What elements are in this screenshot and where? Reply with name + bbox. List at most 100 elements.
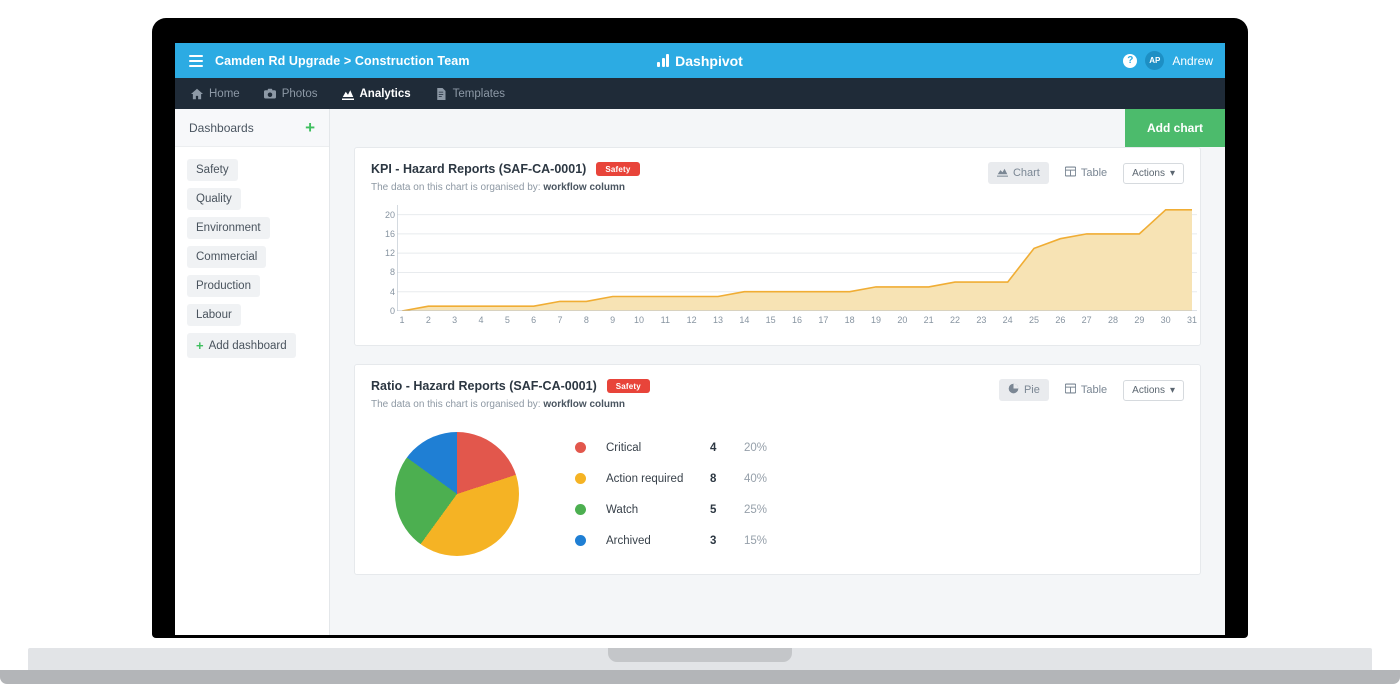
legend-label: Watch — [606, 503, 639, 516]
card-title-row: KPI - Hazard Reports (SAF-CA-0001) Safet… — [371, 162, 988, 176]
nav-item-photos[interactable]: Photos — [262, 85, 320, 103]
x-axis-tick: 9 — [610, 315, 616, 325]
card-subtitle: The data on this chart is organised by: … — [371, 182, 988, 193]
x-axis-tick: 13 — [712, 315, 724, 325]
x-axis-tick: 20 — [897, 315, 908, 325]
topbar-right-group: ? AP Andrew — [1123, 51, 1213, 70]
table-icon — [1064, 166, 1077, 180]
y-axis-tick: 4 — [389, 286, 395, 297]
tab-table-view[interactable]: Table — [1056, 162, 1116, 184]
laptop-trackpad-notch — [608, 648, 792, 662]
x-axis-tick: 18 — [844, 315, 855, 325]
page-title: KPI - Hazard Reports (SAF-CA-0001) — [371, 162, 587, 176]
card-title-row: Ratio - Hazard Reports (SAF-CA-0001) Saf… — [371, 379, 999, 393]
nav-item-home[interactable]: Home — [189, 85, 242, 103]
x-axis-tick: 6 — [531, 315, 537, 325]
brand-logo: Dashpivot — [625, 53, 775, 69]
x-axis-tick: 2 — [425, 315, 431, 325]
pie-chart-legend: Critical 4 20% Action required 8 40% Watch 5 25%… — [575, 442, 767, 547]
x-axis-tick: 28 — [1107, 315, 1119, 325]
legend-percent: 40% — [744, 472, 768, 485]
nav-label-analytics: Analytics — [359, 87, 411, 100]
question-mark-icon[interactable]: ? — [1123, 53, 1138, 68]
plus-icon[interactable]: + — [305, 119, 315, 136]
x-axis-tick: 16 — [791, 315, 803, 325]
tab-chart-label: Chart — [1012, 167, 1040, 179]
nav-item-templates[interactable]: Templates — [433, 85, 507, 103]
sidebar-item-production[interactable]: Production — [187, 275, 260, 297]
hamburger-icon[interactable] — [189, 54, 203, 67]
main-content: Add chart KPI - Hazard Reports (SAF-CA-0… — [330, 109, 1225, 635]
area-chart: 0 4 8 12 16 20 1 2 3 4 5 6 7 8 9 10 11 12 13 14 15 16 17 18 19 2… — [371, 205, 1197, 327]
status-badge: Safety — [596, 162, 640, 176]
sidebar-item-labour[interactable]: Labour — [187, 304, 241, 326]
username-label[interactable]: Andrew — [1172, 54, 1213, 68]
x-axis-tick: 17 — [818, 315, 829, 325]
x-axis-tick: 27 — [1081, 315, 1092, 325]
nav-item-analytics[interactable]: Analytics — [340, 85, 413, 103]
sidebar-item-environment[interactable]: Environment — [187, 217, 270, 239]
tab-pie-label: Pie — [1023, 384, 1040, 396]
avatar[interactable]: AP — [1145, 51, 1165, 70]
card-toolbar: Chart Table Actions ▾ — [987, 162, 1184, 184]
plus-icon: + — [196, 338, 204, 353]
x-axis-tick: 1 — [399, 315, 405, 325]
sidebar-item-commercial[interactable]: Commercial — [187, 246, 267, 268]
home-icon — [191, 88, 203, 100]
card-subtitle-prefix: The data on this chart is organised by: — [371, 399, 541, 410]
x-axis-tick: 31 — [1186, 315, 1198, 325]
card-header: KPI - Hazard Reports (SAF-CA-0001) Safet… — [371, 162, 1184, 193]
main-navigation: Home Photos Analytics Templates — [175, 78, 1225, 109]
sidebar-item-quality[interactable]: Quality — [187, 188, 241, 210]
legend-item: Archived 3 15% — [575, 535, 767, 547]
x-axis-tick: 11 — [660, 315, 670, 325]
document-icon — [435, 87, 447, 100]
add-chart-button[interactable]: Add chart — [1125, 109, 1225, 147]
legend-label: Critical — [606, 441, 642, 454]
tab-table-label: Table — [1080, 384, 1108, 396]
tab-pie-view[interactable]: Pie — [998, 379, 1049, 401]
nav-label-photos: Photos — [281, 87, 318, 100]
tab-chart-view[interactable]: Chart — [987, 162, 1049, 184]
chevron-down-icon: ▾ — [1169, 384, 1175, 396]
legend-label: Action required — [606, 472, 684, 485]
laptop-mockup: Camden Rd Upgrade > Construction Team Da… — [0, 0, 1400, 700]
tab-table-view[interactable]: Table — [1056, 379, 1116, 401]
actions-dropdown[interactable]: Actions ▾ — [1123, 162, 1184, 184]
add-dashboard-button[interactable]: + Add dashboard — [187, 333, 296, 358]
legend-item: Critical 4 20% — [575, 442, 767, 454]
x-axis-tick: 15 — [765, 315, 776, 325]
breadcrumb[interactable]: Camden Rd Upgrade > Construction Team — [215, 54, 470, 68]
x-axis-tick: 3 — [452, 315, 458, 325]
actions-label: Actions — [1132, 167, 1165, 179]
legend-percent: 25% — [744, 503, 768, 516]
ratio-chart-card: Ratio - Hazard Reports (SAF-CA-0001) Saf… — [354, 364, 1201, 575]
actions-dropdown[interactable]: Actions ▾ — [1123, 379, 1184, 401]
x-axis-tick: 24 — [1002, 315, 1013, 325]
pie-chart-graphic — [395, 432, 519, 556]
card-header: Ratio - Hazard Reports (SAF-CA-0001) Saf… — [371, 379, 1184, 410]
brand-name: Dashpivot — [675, 52, 743, 69]
card-subtitle-strong: workflow column — [543, 399, 625, 410]
y-axis-tick: 16 — [384, 228, 395, 239]
area-chart-plot — [397, 205, 1197, 311]
area-chart-fill — [402, 209, 1192, 311]
card-toolbar: Pie Table Actions ▾ — [998, 379, 1184, 401]
app-screen: Camden Rd Upgrade > Construction Team Da… — [175, 43, 1225, 635]
legend-color-dot — [575, 442, 586, 453]
x-axis-tick: 26 — [1055, 315, 1066, 325]
laptop-base-shadow — [0, 670, 1400, 684]
sidebar-item-safety[interactable]: Safety — [187, 159, 238, 181]
card-subtitle-prefix: The data on this chart is organised by: — [371, 182, 541, 193]
add-dashboard-label: Add dashboard — [208, 339, 287, 352]
status-badge: Safety — [606, 379, 650, 393]
legend-value: 5 — [710, 503, 717, 516]
chart-icon — [341, 88, 354, 100]
legend-value: 3 — [710, 534, 717, 547]
x-axis-tick: 22 — [949, 315, 961, 325]
legend-percent: 15% — [744, 534, 768, 547]
legend-color-dot — [575, 504, 586, 515]
legend-value: 4 — [710, 441, 717, 454]
x-axis-tick: 21 — [923, 315, 934, 325]
card-title-wrap: Ratio - Hazard Reports (SAF-CA-0001) Saf… — [371, 379, 999, 410]
